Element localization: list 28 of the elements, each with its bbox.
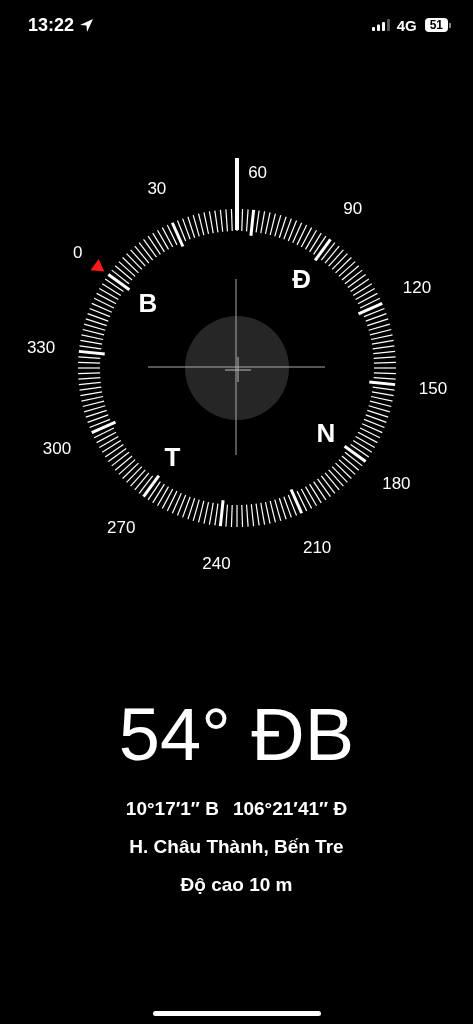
degree-label: 150 — [418, 379, 448, 399]
degree-label: 90 — [343, 199, 363, 219]
degree-label: 240 — [202, 554, 231, 574]
degree-label: 120 — [402, 278, 432, 298]
signal-icon — [371, 19, 390, 31]
cardinal-letter: Đ — [292, 264, 312, 294]
location-arrow-icon — [79, 17, 95, 33]
network-label: 4G — [396, 16, 417, 34]
elevation: Độ cao 10 m — [180, 873, 293, 897]
degree-label: 30 — [147, 178, 167, 198]
status-time: 13:22 — [28, 14, 75, 36]
degree-label: 300 — [42, 438, 72, 458]
longitude: 106°21′41″ Đ — [232, 797, 348, 821]
latitude: 10°17′1″ B — [125, 797, 219, 821]
degree-label: 0 — [72, 242, 83, 262]
cardinal-letter: N — [316, 417, 336, 448]
degree-label: 60 — [248, 162, 268, 182]
cardinal-letter: B — [138, 288, 158, 319]
heading-reading: 54° ĐB — [118, 692, 355, 778]
degree-label: 330 — [26, 337, 56, 357]
degree-label: 180 — [382, 474, 411, 494]
location-name: H. Châu Thành, Bến Tre — [129, 835, 344, 859]
north-marker-icon — [90, 258, 105, 272]
cardinal-letter: T — [164, 442, 181, 472]
battery-icon: 51 — [424, 18, 451, 32]
degree-label: 270 — [107, 517, 136, 537]
degree-label: 210 — [302, 538, 332, 558]
heading-needle — [235, 158, 239, 230]
